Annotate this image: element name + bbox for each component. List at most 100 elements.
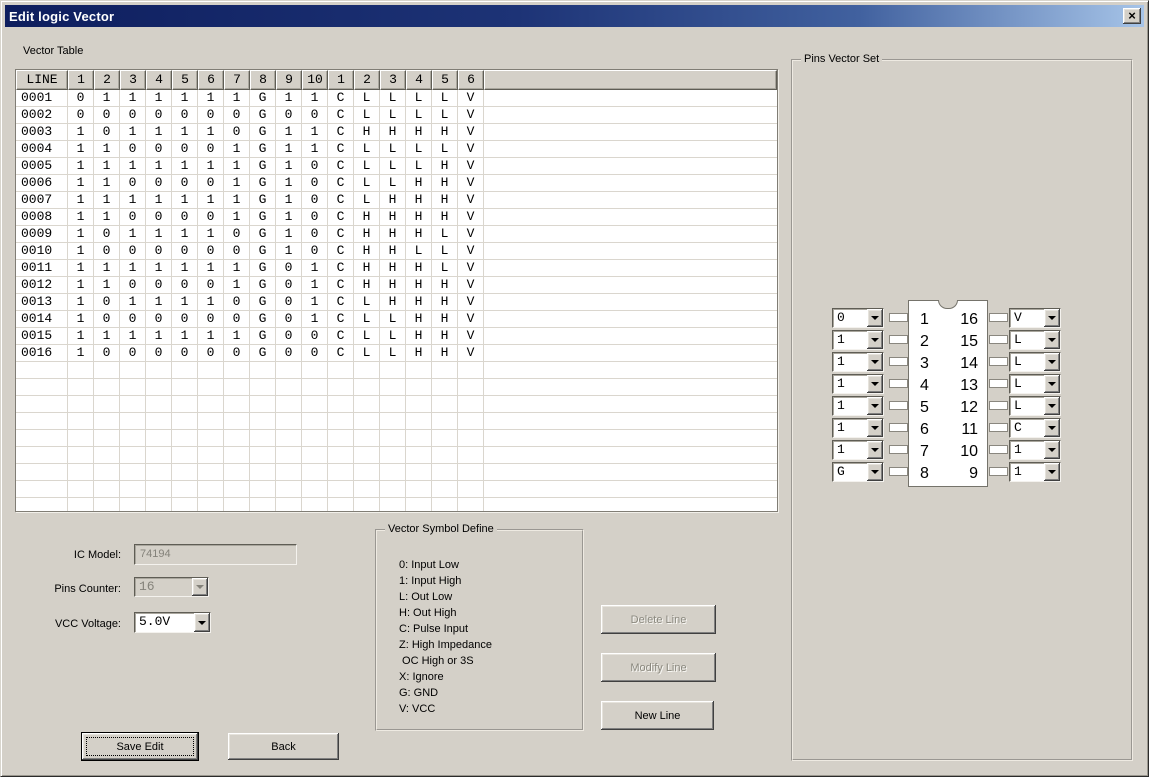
vector-cell[interactable]: 0 [94,243,120,259]
vector-cell[interactable]: L [380,107,406,123]
vector-cell[interactable] [406,379,432,395]
vector-cell[interactable]: H [380,260,406,276]
empty-table-row[interactable] [16,481,777,498]
vector-cell[interactable] [146,430,172,446]
vector-cell[interactable]: H [432,328,458,344]
vector-cell[interactable]: 0 [94,311,120,327]
vector-cell[interactable] [94,481,120,497]
vector-cell[interactable] [146,481,172,497]
vector-cell[interactable]: 0 [146,209,172,225]
vector-cell[interactable] [120,379,146,395]
vector-cell[interactable]: 0 [276,328,302,344]
table-row[interactable]: 0008 1 1 0 0 0 0 1 G 1 0 C H H H H V [16,209,777,226]
table-row[interactable]: 0005 1 1 1 1 1 1 1 G 1 0 C L L L H V [16,158,777,175]
vector-cell[interactable] [406,430,432,446]
vector-cell[interactable] [68,413,94,429]
vector-cell[interactable] [68,498,94,511]
vector-cell[interactable] [198,447,224,463]
vector-cell[interactable]: L [354,90,380,106]
vector-cell[interactable]: G [250,175,276,191]
vector-cell[interactable]: H [432,158,458,174]
vector-cell[interactable] [302,413,328,429]
empty-table-row[interactable] [16,430,777,447]
vector-cell[interactable] [328,481,354,497]
vector-cell[interactable]: 0 [302,226,328,242]
vector-cell[interactable]: 0 [276,107,302,123]
vector-cell[interactable]: 1 [68,226,94,242]
pin-dropdown-button[interactable] [1044,463,1060,481]
vector-cell[interactable] [198,481,224,497]
vector-cell[interactable] [328,413,354,429]
vector-cell[interactable] [198,498,224,511]
vector-cell[interactable]: L [432,107,458,123]
vector-cell[interactable]: H [406,277,432,293]
column-header-9[interactable]: 9 [276,70,302,90]
vector-cell[interactable]: 1 [94,192,120,208]
vector-cell[interactable] [224,481,250,497]
pin-2-vector-select[interactable]: 1 [832,330,884,350]
vector-cell[interactable] [224,362,250,378]
vector-cell[interactable]: 0 [198,311,224,327]
vector-cell[interactable] [432,430,458,446]
vector-cell[interactable]: L [354,141,380,157]
vector-cell[interactable] [302,430,328,446]
vector-cell[interactable] [458,464,484,480]
vector-cell[interactable]: 0 [120,277,146,293]
vector-cell[interactable] [458,379,484,395]
vector-cell[interactable] [328,362,354,378]
vector-cell[interactable] [354,464,380,480]
vector-cell[interactable]: 1 [68,243,94,259]
vector-cell[interactable] [432,396,458,412]
vector-cell[interactable] [250,447,276,463]
vector-cell[interactable] [224,396,250,412]
vector-cell[interactable]: 0 [302,328,328,344]
vector-cell[interactable]: 1 [146,294,172,310]
vector-cell[interactable] [146,396,172,412]
vector-cell[interactable]: 1 [302,277,328,293]
column-header-7[interactable]: 7 [224,70,250,90]
vector-cell[interactable]: 1 [146,90,172,106]
vector-cell[interactable] [276,430,302,446]
vector-cell[interactable]: 1 [68,192,94,208]
table-row[interactable]: 0002 0 0 0 0 0 0 0 G 0 0 C L L L L V [16,107,777,124]
vector-cell[interactable] [302,498,328,511]
pin-4-vector-select[interactable]: 1 [832,374,884,394]
vector-cell[interactable]: 1 [276,209,302,225]
vector-cell[interactable]: 1 [94,209,120,225]
vector-cell[interactable] [146,464,172,480]
vector-cell[interactable]: 0 [120,243,146,259]
pin-15-vector-select[interactable]: L [1009,330,1061,350]
pin-dropdown-button[interactable] [867,419,883,437]
vector-cell[interactable] [68,430,94,446]
table-row[interactable]: 0001 0 1 1 1 1 1 1 G 1 1 C L L L L V [16,90,777,107]
vector-cell[interactable]: 0 [224,107,250,123]
vector-cell[interactable]: V [458,345,484,361]
pin-12-vector-select[interactable]: L [1009,396,1061,416]
vector-cell[interactable]: L [432,243,458,259]
vector-cell[interactable]: V [458,243,484,259]
vector-cell[interactable]: 1 [276,243,302,259]
vector-cell[interactable] [406,498,432,511]
vector-cell[interactable]: L [406,158,432,174]
vector-cell[interactable] [328,498,354,511]
vector-cell[interactable]: V [458,294,484,310]
vector-cell[interactable] [68,379,94,395]
empty-table-row[interactable] [16,379,777,396]
vector-cell[interactable] [354,362,380,378]
pin-dropdown-button[interactable] [1044,331,1060,349]
vector-cell[interactable]: 1 [120,124,146,140]
vector-cell[interactable] [250,481,276,497]
column-header-5[interactable]: 5 [172,70,198,90]
vector-cell[interactable]: V [458,311,484,327]
vector-cell[interactable]: H [432,192,458,208]
vector-cell[interactable]: 1 [198,90,224,106]
vector-cell[interactable]: 1 [276,192,302,208]
vector-cell[interactable]: 0 [198,345,224,361]
vector-cell[interactable] [458,362,484,378]
vector-cell[interactable]: G [250,192,276,208]
ic-model-field[interactable]: 74194 [134,544,297,565]
vector-cell[interactable] [354,379,380,395]
pin-1-vector-select[interactable]: 0 [832,308,884,328]
vector-cell[interactable] [146,413,172,429]
vector-cell[interactable] [94,430,120,446]
